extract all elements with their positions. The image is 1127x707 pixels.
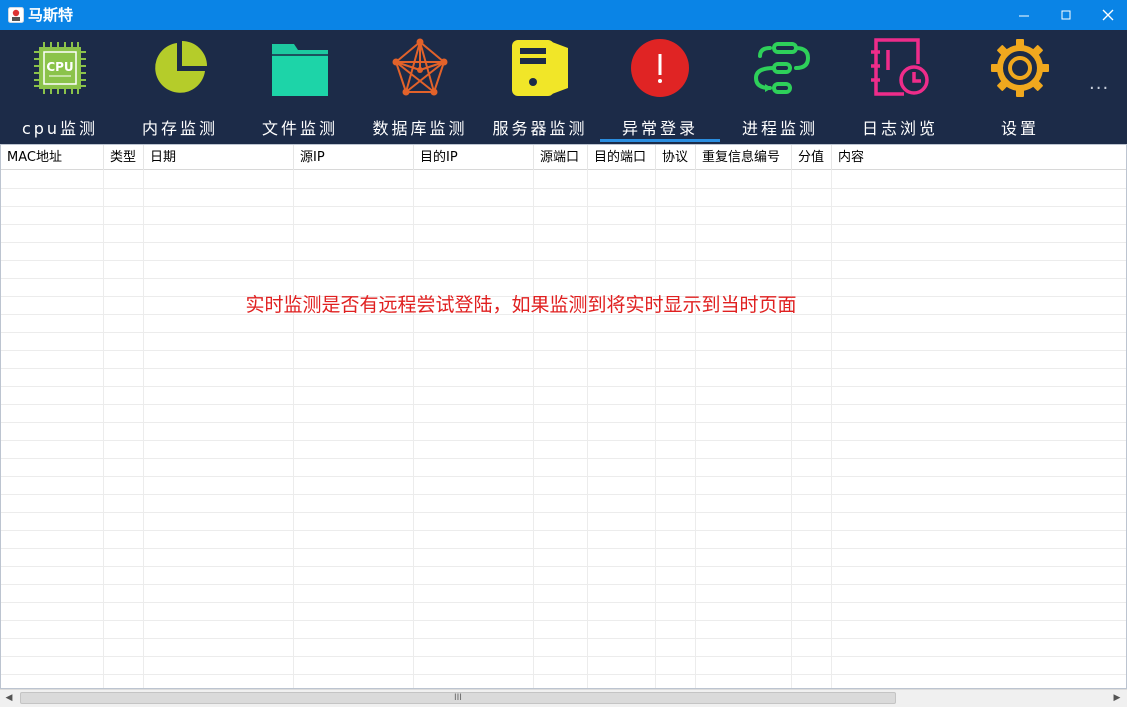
maximize-button[interactable] [1044, 0, 1088, 30]
row-gridline [1, 242, 1126, 243]
column-gridline [831, 170, 832, 688]
network-icon [392, 38, 448, 96]
row-gridline [1, 404, 1126, 405]
table-body: 实时监测是否有远程尝试登陆，如果监测到将实时显示到当时页面 [1, 170, 1126, 688]
row-gridline [1, 368, 1126, 369]
column-header-content[interactable]: 内容 [832, 145, 1126, 170]
process-flow-icon [753, 42, 810, 94]
column-gridline [103, 170, 104, 688]
tool-label: 异常登录 [621, 119, 698, 138]
connection-log-table[interactable]: MAC地址 类型 日期 源IP 目的IP 源端口 目的端口 协议 重复信息编号 … [0, 144, 1127, 689]
more-options-icon[interactable]: ... [1089, 75, 1109, 93]
cpu-icon: CPU [34, 42, 86, 94]
server-icon [512, 40, 568, 96]
column-header-dest-port[interactable]: 目的端口 [588, 145, 656, 170]
row-gridline [1, 224, 1126, 225]
close-icon [1102, 9, 1114, 21]
tool-label: 日志浏览 [861, 119, 938, 138]
tool-label: 数据库监测 [372, 119, 468, 138]
column-header-dest-ip[interactable]: 目的IP [414, 145, 534, 170]
minimize-icon [1019, 15, 1029, 17]
svg-text:CPU: CPU [46, 60, 73, 74]
row-gridline [1, 386, 1126, 387]
column-gridline [533, 170, 534, 688]
gear-icon [991, 39, 1049, 97]
scroll-right-button[interactable]: ▶ [1108, 690, 1126, 707]
scrollbar-thumb[interactable]: III [20, 692, 896, 704]
tool-label: 设置 [1000, 119, 1039, 138]
column-gridline [695, 170, 696, 688]
tool-label: 内存监测 [141, 119, 218, 138]
column-header-protocol[interactable]: 协议 [656, 145, 696, 170]
table-header: MAC地址 类型 日期 源IP 目的IP 源端口 目的端口 协议 重复信息编号 … [1, 145, 1126, 170]
minimize-button[interactable] [1002, 0, 1046, 30]
row-gridline [1, 278, 1126, 279]
main-toolbar: CPU cpu监测 内存监测 文件监测 数据库监测 服务器监测 异常登录 进程监… [0, 30, 1127, 144]
row-gridline [1, 206, 1126, 207]
folder-icon [272, 44, 328, 96]
tool-settings[interactable]: 设置 [960, 30, 1080, 144]
column-gridline [143, 170, 144, 688]
row-gridline [1, 584, 1126, 585]
log-clock-icon [871, 38, 929, 96]
row-gridline [1, 566, 1126, 567]
row-gridline [1, 530, 1126, 531]
column-header-mac[interactable]: MAC地址 [1, 145, 104, 170]
row-gridline [1, 548, 1126, 549]
row-gridline [1, 440, 1126, 441]
row-gridline [1, 638, 1126, 639]
tool-process-monitor[interactable]: 进程监测 [720, 30, 840, 144]
row-gridline [1, 188, 1126, 189]
column-header-repeat-id[interactable]: 重复信息编号 [696, 145, 792, 170]
row-gridline [1, 332, 1126, 333]
row-gridline [1, 422, 1126, 423]
column-gridline [587, 170, 588, 688]
column-gridline [413, 170, 414, 688]
column-header-date[interactable]: 日期 [144, 145, 294, 170]
row-gridline [1, 674, 1126, 675]
tool-cpu-monitor[interactable]: CPU cpu监测 [0, 30, 120, 144]
tool-file-monitor[interactable]: 文件监测 [240, 30, 360, 144]
alert-icon [631, 39, 689, 97]
close-button[interactable] [1086, 0, 1127, 30]
tool-memory-monitor[interactable]: 内存监测 [120, 30, 240, 144]
tool-abnormal-login[interactable]: 异常登录 [600, 30, 720, 144]
row-gridline [1, 656, 1126, 657]
maximize-icon [1061, 10, 1071, 20]
title-bar: 马斯特 [0, 0, 1127, 30]
window-title: 马斯特 [28, 6, 74, 24]
column-header-type[interactable]: 类型 [104, 145, 144, 170]
row-gridline [1, 260, 1126, 261]
tool-label: 进程监测 [741, 119, 818, 138]
pie-chart-icon [155, 41, 207, 93]
tool-server-monitor[interactable]: 服务器监测 [480, 30, 600, 144]
row-gridline [1, 602, 1126, 603]
row-gridline [1, 620, 1126, 621]
tool-label: cpu监测 [21, 119, 99, 138]
tool-label: 服务器监测 [492, 119, 588, 138]
tool-database-monitor[interactable]: 数据库监测 [360, 30, 480, 144]
app-logo-icon [8, 7, 24, 23]
row-gridline [1, 512, 1126, 513]
column-header-score[interactable]: 分值 [792, 145, 832, 170]
row-gridline [1, 494, 1126, 495]
row-gridline [1, 350, 1126, 351]
column-gridline [293, 170, 294, 688]
active-tab-indicator [600, 139, 720, 142]
column-gridline [655, 170, 656, 688]
tool-log-browse[interactable]: 日志浏览 [840, 30, 960, 144]
horizontal-scrollbar[interactable]: ◀ III ▶ [0, 689, 1127, 707]
scrollbar-grip: III [454, 693, 462, 703]
column-gridline [791, 170, 792, 688]
row-gridline [1, 458, 1126, 459]
column-header-source-port[interactable]: 源端口 [534, 145, 588, 170]
scroll-left-button[interactable]: ◀ [0, 690, 18, 707]
row-gridline [1, 476, 1126, 477]
tool-label: 文件监测 [261, 119, 338, 138]
monitoring-notice: 实时监测是否有远程尝试登陆，如果监测到将实时显示到当时页面 [245, 294, 797, 316]
column-header-source-ip[interactable]: 源IP [294, 145, 414, 170]
